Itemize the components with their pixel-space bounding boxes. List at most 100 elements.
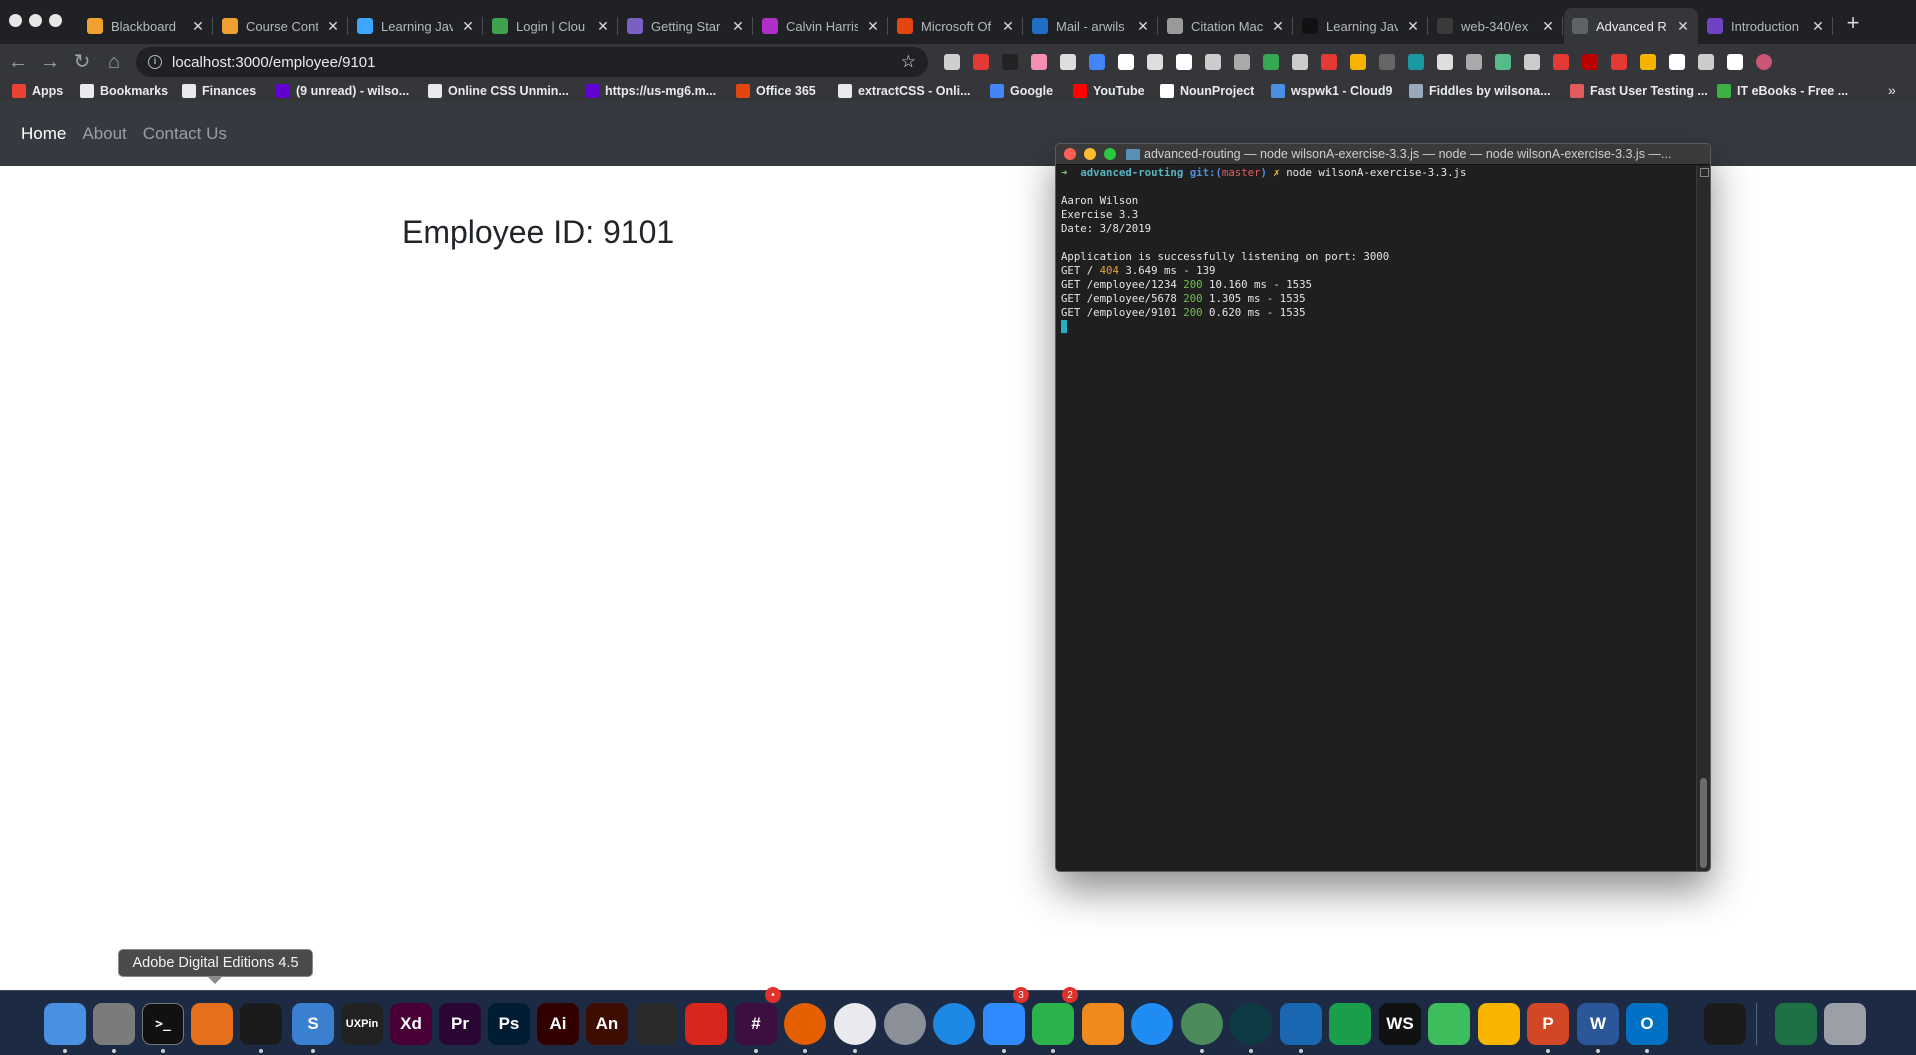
snagit-icon[interactable]: S [292, 1003, 334, 1045]
browser-extension-icon[interactable] [1437, 54, 1453, 70]
bookmark-item[interactable]: Office 365 [736, 83, 816, 99]
tab-close-icon[interactable]: ✕ [866, 18, 880, 35]
system-preferences-icon[interactable] [93, 1003, 135, 1045]
browser-extension-icon[interactable] [1466, 54, 1482, 70]
vscode-icon[interactable] [1280, 1003, 1322, 1045]
bookmark-item[interactable]: IT eBooks - Free ... [1717, 83, 1848, 99]
webstorm-icon[interactable]: WS [1379, 1003, 1421, 1045]
terminal-icon[interactable]: >_ [142, 1003, 184, 1045]
browser-extension-icon[interactable] [1292, 54, 1308, 70]
terminal-minimize-button[interactable] [1084, 148, 1096, 160]
safari-icon[interactable] [933, 1003, 975, 1045]
tab-close-icon[interactable]: ✕ [326, 18, 340, 35]
tab-close-icon[interactable]: ✕ [1676, 18, 1690, 35]
slack-icon[interactable]: # [735, 1003, 777, 1045]
tab-close-icon[interactable]: ✕ [191, 18, 205, 35]
ibooks-icon[interactable] [1082, 1003, 1124, 1045]
animate-icon[interactable]: An [586, 1003, 628, 1045]
uxpin-icon[interactable]: UXPin [341, 1003, 383, 1045]
sourcetree-icon[interactable] [1428, 1003, 1470, 1045]
bookmark-item[interactable]: Fiddles by wilsona... [1409, 83, 1551, 99]
bookmark-item[interactable]: YouTube [1073, 83, 1145, 99]
finder-icon[interactable] [44, 1003, 86, 1045]
browser-tab[interactable]: Mail - arwils ✕ [1024, 8, 1158, 44]
browser-extension-icon[interactable] [1698, 54, 1714, 70]
browser-extension-icon[interactable] [1118, 54, 1134, 70]
home-button[interactable]: ⌂ [102, 50, 126, 74]
browser-tab[interactable]: Microsoft Of ✕ [889, 8, 1023, 44]
tab-close-icon[interactable]: ✕ [1541, 18, 1555, 35]
window-minimize-button[interactable] [29, 14, 42, 27]
browser-tab[interactable]: Citation Mac ✕ [1159, 8, 1293, 44]
browser-extension-icon[interactable] [1060, 54, 1076, 70]
browser-tab[interactable]: Advanced R ✕ [1564, 8, 1698, 44]
bookmark-item[interactable]: Fast User Testing ... [1570, 83, 1708, 99]
premiere-icon[interactable]: Pr [439, 1003, 481, 1045]
bookmark-item[interactable]: (9 unread) - wilso... [276, 83, 409, 99]
excel-file-icon[interactable] [1775, 1003, 1817, 1045]
adobe-xd-icon[interactable]: Xd [390, 1003, 432, 1045]
browser-extension-icon[interactable] [1263, 54, 1279, 70]
browser-extension-icon[interactable] [1524, 54, 1540, 70]
atom-icon[interactable] [1181, 1003, 1223, 1045]
browser-extension-icon[interactable] [1234, 54, 1250, 70]
terminal-close-button[interactable] [1064, 148, 1076, 160]
browser-tab[interactable]: Learning Jav ✕ [349, 8, 483, 44]
reload-button[interactable]: ↻ [70, 50, 94, 74]
window-zoom-button[interactable] [49, 14, 62, 27]
browser-extension-icon[interactable] [1611, 54, 1627, 70]
word-icon[interactable]: W [1577, 1003, 1619, 1045]
firefox-icon[interactable] [784, 1003, 826, 1045]
browser-extension-icon[interactable] [1089, 54, 1105, 70]
bookmark-item[interactable]: Apps [12, 83, 63, 99]
nav-link-contact-us[interactable]: Contact Us [143, 124, 227, 144]
terminal-title-bar[interactable]: advanced-routing — node wilsonA-exercise… [1056, 144, 1710, 165]
books-icon[interactable] [191, 1003, 233, 1045]
browser-tab[interactable]: Introduction ✕ [1699, 8, 1833, 44]
browser-extension-icon[interactable] [1553, 54, 1569, 70]
terminal-scroll-thumb[interactable] [1700, 778, 1707, 868]
activity-monitor-icon[interactable] [1704, 1003, 1746, 1045]
gitkraken-icon[interactable] [1230, 1003, 1272, 1045]
browser-extension-icon[interactable] [1176, 54, 1192, 70]
browser-tab[interactable]: web-340/ex ✕ [1429, 8, 1563, 44]
terminal-output[interactable]: ➜ advanced-routing git:(master) ✗ node w… [1061, 166, 1691, 335]
terminal-zoom-button[interactable] [1104, 148, 1116, 160]
tab-close-icon[interactable]: ✕ [1811, 18, 1825, 35]
vscode-insiders-icon[interactable] [1329, 1003, 1371, 1045]
bookmark-item[interactable]: Online CSS Unmin... [428, 83, 569, 99]
browser-tab[interactable]: Getting Star ✕ [619, 8, 753, 44]
browser-extension-icon[interactable] [944, 54, 960, 70]
window-close-button[interactable] [9, 14, 22, 27]
sketch-icon[interactable] [1478, 1003, 1520, 1045]
trash-icon[interactable] [1824, 1003, 1866, 1045]
browser-extension-icon[interactable] [1321, 54, 1337, 70]
bookmark-item[interactable]: Finances [182, 83, 256, 99]
browser-extension-icon[interactable] [1350, 54, 1366, 70]
app-store-icon[interactable] [1131, 1003, 1173, 1045]
tab-close-icon[interactable]: ✕ [461, 18, 475, 35]
bookmark-item[interactable]: Bookmarks [80, 83, 168, 99]
terminal-split-icon[interactable] [1700, 168, 1709, 177]
browser-extension-icon[interactable] [1408, 54, 1424, 70]
terminal-scrollbar[interactable] [1696, 166, 1710, 871]
bookmark-item[interactable]: https://us-mg6.m... [585, 83, 716, 99]
acrobat-icon[interactable] [636, 1003, 678, 1045]
nav-link-about[interactable]: About [82, 124, 126, 144]
powerpoint-icon[interactable]: P [1527, 1003, 1569, 1045]
bookmarks-overflow-chevron-icon[interactable]: » [1888, 82, 1896, 98]
nav-link-home[interactable]: Home [21, 124, 66, 144]
new-tab-button[interactable]: + [1839, 11, 1867, 35]
terminal-window[interactable]: advanced-routing — node wilsonA-exercise… [1055, 143, 1711, 872]
profile-avatar[interactable] [1756, 54, 1772, 70]
browser-tab[interactable]: Course Cont ✕ [214, 8, 348, 44]
adobe-digital-editions-icon[interactable] [240, 1003, 282, 1045]
tab-close-icon[interactable]: ✕ [1001, 18, 1015, 35]
bookmark-item[interactable]: wspwk1 - Cloud9 [1271, 83, 1392, 99]
browser-extension-icon[interactable] [973, 54, 989, 70]
messages-icon[interactable] [983, 1003, 1025, 1045]
site-info-icon[interactable]: i [148, 55, 162, 69]
tab-close-icon[interactable]: ✕ [1271, 18, 1285, 35]
tab-close-icon[interactable]: ✕ [596, 18, 610, 35]
back-button[interactable]: ← [6, 50, 30, 74]
